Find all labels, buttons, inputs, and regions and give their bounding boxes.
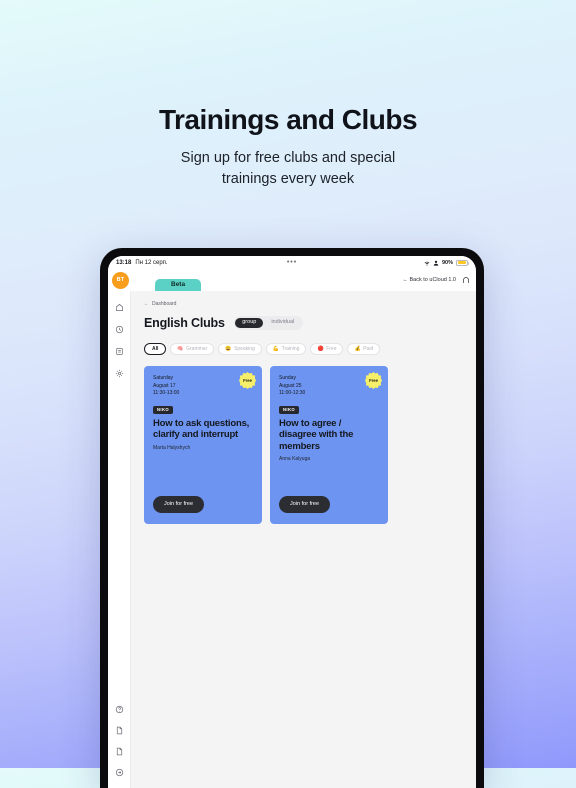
status-dots: ••• [286,259,298,266]
person-icon [433,260,439,266]
card-cta-wrap: Join for free [153,492,253,513]
status-badge: NIKO [153,405,174,414]
battery-icon [456,259,469,266]
card-date: August 17 [153,382,176,389]
hero-subtitle-line1: Sign up for free clubs and special [180,150,396,167]
battery-percent: 90% [441,259,453,266]
app-top-bar: BT Beta ← Back to uCloud 1.0 [108,269,476,291]
left-sidebar [108,291,131,788]
filter-chip-speaking[interactable]: 😀 Speaking [218,343,262,355]
status-time: 13:18 [116,259,132,266]
segment-individual[interactable]: individual [264,318,301,329]
breadcrumb[interactable]: ← Dashboard [144,301,463,307]
sidebar-item-document-1[interactable] [114,725,125,736]
card-meta: Saturday August 17 11:30-13:00 [153,375,253,398]
hero-subtitle-line2: trainings every week [221,171,355,188]
filter-chip-free[interactable]: 🔴 Free [310,343,344,355]
arch-icon[interactable] [462,276,470,284]
club-card[interactable]: Free Sunday August 25 11:00-12:30 NIKO H… [270,366,388,524]
status-badge: NIKO [279,405,300,414]
section-title: English Clubs [144,316,225,330]
back-to-ucloud-link[interactable]: ← Back to uCloud 1.0 [402,277,456,283]
wifi-icon [424,260,430,266]
breadcrumb-label: Dashboard [152,301,177,307]
filter-chip-row: All 🧠 Grammar 😀 Speaking 💪 Training 🔴 Fr… [144,343,463,355]
group-individual-toggle: group individual [233,316,303,330]
sidebar-item-logout[interactable] [114,767,125,778]
app-bar-right: ← Back to uCloud 1.0 [402,276,476,284]
tablet-screen: 13:18 Пн 12 серп. ••• 90% BT Beta ← Back… [108,256,476,788]
filter-chip-grammar-label: Grammar [186,345,208,352]
title-row: English Clubs group individual [144,316,463,330]
hero-section: Trainings and Clubs Sign up for free clu… [0,0,576,190]
filter-chip-paid-label: Paid [363,345,374,352]
card-meta: Sunday August 25 11:00-12:30 [279,375,379,398]
sidebar-item-settings[interactable] [114,368,125,379]
tablet-device-frame: 13:18 Пн 12 серп. ••• 90% BT Beta ← Back… [100,248,484,788]
club-card[interactable]: Free Saturday August 17 11:30-13:00 NIKO… [144,366,262,524]
grammar-emoji-icon: 🧠 [177,345,184,352]
paid-emoji-icon: 💰 [354,345,361,352]
filter-chip-grammar[interactable]: 🧠 Grammar [170,343,215,355]
card-date: August 25 [279,382,302,389]
free-emoji-icon: 🔴 [317,345,324,352]
card-title: How to ask questions, clarify and interr… [153,417,250,441]
speaking-emoji-icon: 😀 [225,345,232,352]
page-title: Trainings and Clubs [158,104,418,135]
sidebar-item-help[interactable] [114,704,125,715]
tab-beta[interactable]: Beta [155,278,202,291]
join-for-free-button[interactable]: Join for free [279,495,331,513]
workspace: ← Dashboard English Clubs group individu… [108,291,476,788]
sidebar-item-document-2[interactable] [114,746,125,757]
sidebar-item-home[interactable] [114,302,125,313]
filter-chip-speaking-label: Speaking [233,345,255,352]
sidebar-item-clock[interactable] [114,324,125,335]
status-bar-right: 90% [424,259,469,266]
card-time: 11:00-12:30 [279,390,306,396]
card-author: Anna Kalyuga [279,456,311,463]
browser-tab-strip: Beta [129,269,402,291]
filter-chip-free-label: Free [326,345,337,352]
sidebar-item-book[interactable] [114,346,125,357]
segment-group[interactable]: group [235,317,264,329]
breadcrumb-back-arrow: ← [144,301,149,307]
main-content: ← Dashboard English Clubs group individu… [131,291,476,788]
status-bar-left: 13:18 Пн 12 серп. [116,260,168,266]
card-day: Saturday [153,375,174,381]
club-card-list: Free Saturday August 17 11:30-13:00 NIKO… [144,366,463,524]
card-day: Sunday [279,375,296,381]
filter-chip-all-label: All [152,345,159,352]
status-date: Пн 12 серп. [135,259,168,266]
filter-chip-training[interactable]: 💪 Training [265,343,307,355]
status-bar: 13:18 Пн 12 серп. ••• 90% [108,256,476,269]
filter-chip-paid[interactable]: 💰 Paid [347,343,381,355]
card-title: How to agree / disagree with the members [279,417,354,452]
card-cta-wrap: Join for free [279,492,379,513]
training-emoji-icon: 💪 [272,345,280,352]
sidebar-bottom-group [114,704,125,778]
avatar[interactable]: BT [112,271,129,289]
filter-chip-all[interactable]: All [144,343,167,355]
card-time: 11:30-13:00 [153,390,180,396]
filter-chip-training-label: Training [281,345,300,352]
hero-subtitle: Sign up for free clubs and special train… [0,148,576,190]
join-for-free-button[interactable]: Join for free [153,495,205,513]
card-author: Marta Halyshych [153,444,191,451]
